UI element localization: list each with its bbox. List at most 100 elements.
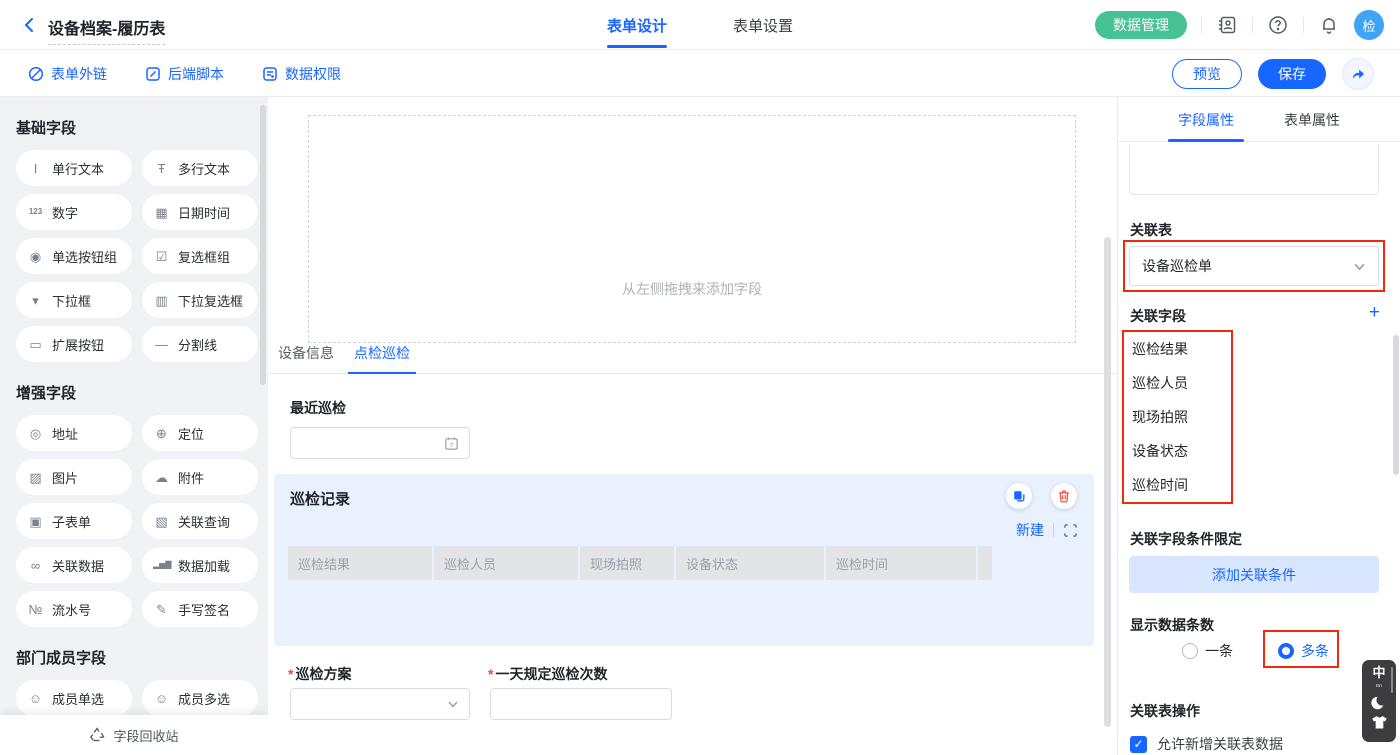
link-icon [28,66,44,82]
related-field-item[interactable]: 设备状态 [1132,441,1188,461]
field-item-data-load[interactable]: ▂▅▇数据加载 [142,547,258,583]
svg-text:7: 7 [450,442,454,449]
user-avatar[interactable]: 检 [1354,10,1384,40]
property-panel: 字段属性 表单属性 关联表 设备巡检单 关联字段 + 巡检结果 巡检人员 现场拍… [1118,97,1400,755]
canvas-tab-inspection[interactable]: 点检巡检 [354,343,410,373]
field-item-multi-dropdown[interactable]: ▥下拉复选框 [142,282,258,318]
delete-widget-button[interactable] [1051,483,1077,509]
sidebar-scrollbar[interactable] [260,105,266,385]
tab-form-settings[interactable]: 表单设置 [733,0,793,50]
section-title-enhanced-fields: 增强字段 [16,382,254,403]
related-field-item[interactable]: 巡检时间 [1132,475,1188,495]
daily-count-label: 一天规定巡检次数 [488,664,607,684]
data-manage-button[interactable]: 数据管理 [1095,11,1187,39]
form-external-link-button[interactable]: 表单外链 [28,64,107,84]
top-header: 设备档案-履历表 表单设计 表单设置 数据管理 [0,0,1400,50]
field-item-member-single[interactable]: ☺成员单选 [16,680,132,716]
copy-widget-button[interactable] [1006,483,1032,509]
basic-fields-grid: I单行文本 Ŧ多行文本 123数字 ▦日期时间 ◉单选按钮组 ☑复选框组 ▾下拉… [16,150,254,362]
help-icon[interactable] [1267,14,1289,36]
related-field-item[interactable]: 现场拍照 [1132,407,1188,427]
related-field-item[interactable]: 巡检人员 [1132,373,1188,393]
save-button[interactable]: 保存 [1258,59,1326,89]
field-item-subform[interactable]: ▣子表单 [16,503,132,539]
recent-inspection-date-input[interactable]: 7 [290,427,470,459]
preview-button[interactable]: 预览 [1172,59,1242,89]
tab-form-properties[interactable]: 表单属性 [1284,97,1340,142]
field-item-dropdown[interactable]: ▾下拉框 [16,282,132,318]
page-title[interactable]: 设备档案-履历表 [48,15,165,45]
divider [1053,523,1054,537]
toolbar-actions: 预览 保存 [1172,50,1374,97]
field-item-serial-number[interactable]: №流水号 [16,591,132,627]
field-item-signature[interactable]: ✎手写签名 [142,591,258,627]
related-table-label: 关联表 [1130,220,1172,240]
back-icon[interactable] [18,13,42,37]
canvas-scrollbar[interactable] [1104,237,1111,727]
related-data-icon: ∞ [27,559,44,572]
field-recycle-bin[interactable]: 字段回收站 [0,715,268,755]
field-item-divider-line[interactable]: —分割线 [142,326,258,362]
divider [1303,17,1304,33]
empty-dropzone[interactable]: 从左侧拖拽来添加字段 [308,115,1076,343]
dark-mode-moon-icon[interactable] [1370,694,1388,712]
field-item-address[interactable]: ◎地址 [16,415,132,451]
canvas-tab-bar: 设备信息 点检巡检 [268,343,1118,374]
field-item-radio-group[interactable]: ◉单选按钮组 [16,238,132,274]
inspection-plan-select[interactable] [290,688,470,720]
display-count-label: 显示数据条数 [1130,615,1214,635]
add-condition-button[interactable]: 添加关联条件 [1129,556,1379,593]
field-item-datetime[interactable]: ▦日期时间 [142,194,258,230]
location-icon: ⊕ [153,427,170,440]
canvas-tab-device-info[interactable]: 设备信息 [278,343,334,373]
contacts-icon[interactable] [1216,14,1238,36]
panel-scrollbar[interactable] [1393,335,1399,475]
divider [1201,17,1202,33]
field-item-related-data[interactable]: ∞关联数据 [16,547,132,583]
share-button[interactable] [1342,58,1374,90]
header-tabs: 表单设计 表单设置 [607,0,793,50]
permission-icon [262,66,278,82]
column-header: 巡检时间 [826,546,976,580]
field-item-related-query[interactable]: ▧关联查询 [142,503,258,539]
field-item-attachment[interactable]: ☁附件 [142,459,258,495]
field-item-single-line-text[interactable]: I单行文本 [16,150,132,186]
radio-single-record[interactable]: 一条 [1182,641,1233,661]
field-item-location[interactable]: ⊕定位 [142,415,258,451]
theme-language-widget[interactable]: 中 ᵉⁿ [1362,660,1396,742]
radio-multiple-records[interactable]: 多条 [1278,641,1329,661]
column-header: 设备状态 [676,546,824,580]
dropzone-placeholder: 从左侧拖拽来添加字段 [622,279,762,299]
notification-bell-icon[interactable] [1318,14,1340,36]
field-title-input[interactable] [1129,144,1379,195]
add-related-field-icon[interactable]: + [1369,303,1380,322]
language-toggle-icon[interactable]: 中 [1372,666,1385,680]
inspection-plan-label: 巡检方案 [288,664,351,684]
checkbox-checked-icon: ✓ [1130,736,1147,753]
related-field-item[interactable]: 巡检结果 [1132,339,1188,359]
theme-shirt-icon[interactable] [1371,715,1388,730]
allow-add-related-checkbox[interactable]: ✓ 允许新增关联表数据 [1130,734,1283,754]
attachment-icon: ☁ [153,471,170,484]
address-icon: ◎ [27,427,44,440]
field-item-multi-line-text[interactable]: Ŧ多行文本 [142,150,258,186]
field-item-extend-button[interactable]: ▭扩展按钮 [16,326,132,362]
data-permission-button[interactable]: 数据权限 [262,64,341,84]
new-record-button[interactable]: 新建 [1016,520,1044,540]
daily-count-input[interactable] [490,688,672,720]
field-item-member-multi[interactable]: ☺成员多选 [142,680,258,716]
tab-field-properties[interactable]: 字段属性 [1178,97,1234,142]
member-single-icon: ☺ [27,692,44,705]
expand-icon [1063,523,1078,538]
inspection-record-widget[interactable]: 巡检记录 新建 巡检结果 巡检人员 现场拍照 [274,474,1094,646]
tab-form-design[interactable]: 表单设计 [607,0,667,50]
field-item-checkbox-group[interactable]: ☑复选框组 [142,238,258,274]
multi-dropdown-icon: ▥ [153,294,170,307]
recent-inspection-label: 最近巡检 [290,398,346,418]
data-load-icon: ▂▅▇ [153,561,170,569]
backend-script-button[interactable]: 后端脚本 [145,64,224,84]
field-item-number[interactable]: 123数字 [16,194,132,230]
related-table-select[interactable]: 设备巡检单 [1129,246,1379,286]
radio-group-icon: ◉ [27,250,44,263]
field-item-image[interactable]: ▨图片 [16,459,132,495]
